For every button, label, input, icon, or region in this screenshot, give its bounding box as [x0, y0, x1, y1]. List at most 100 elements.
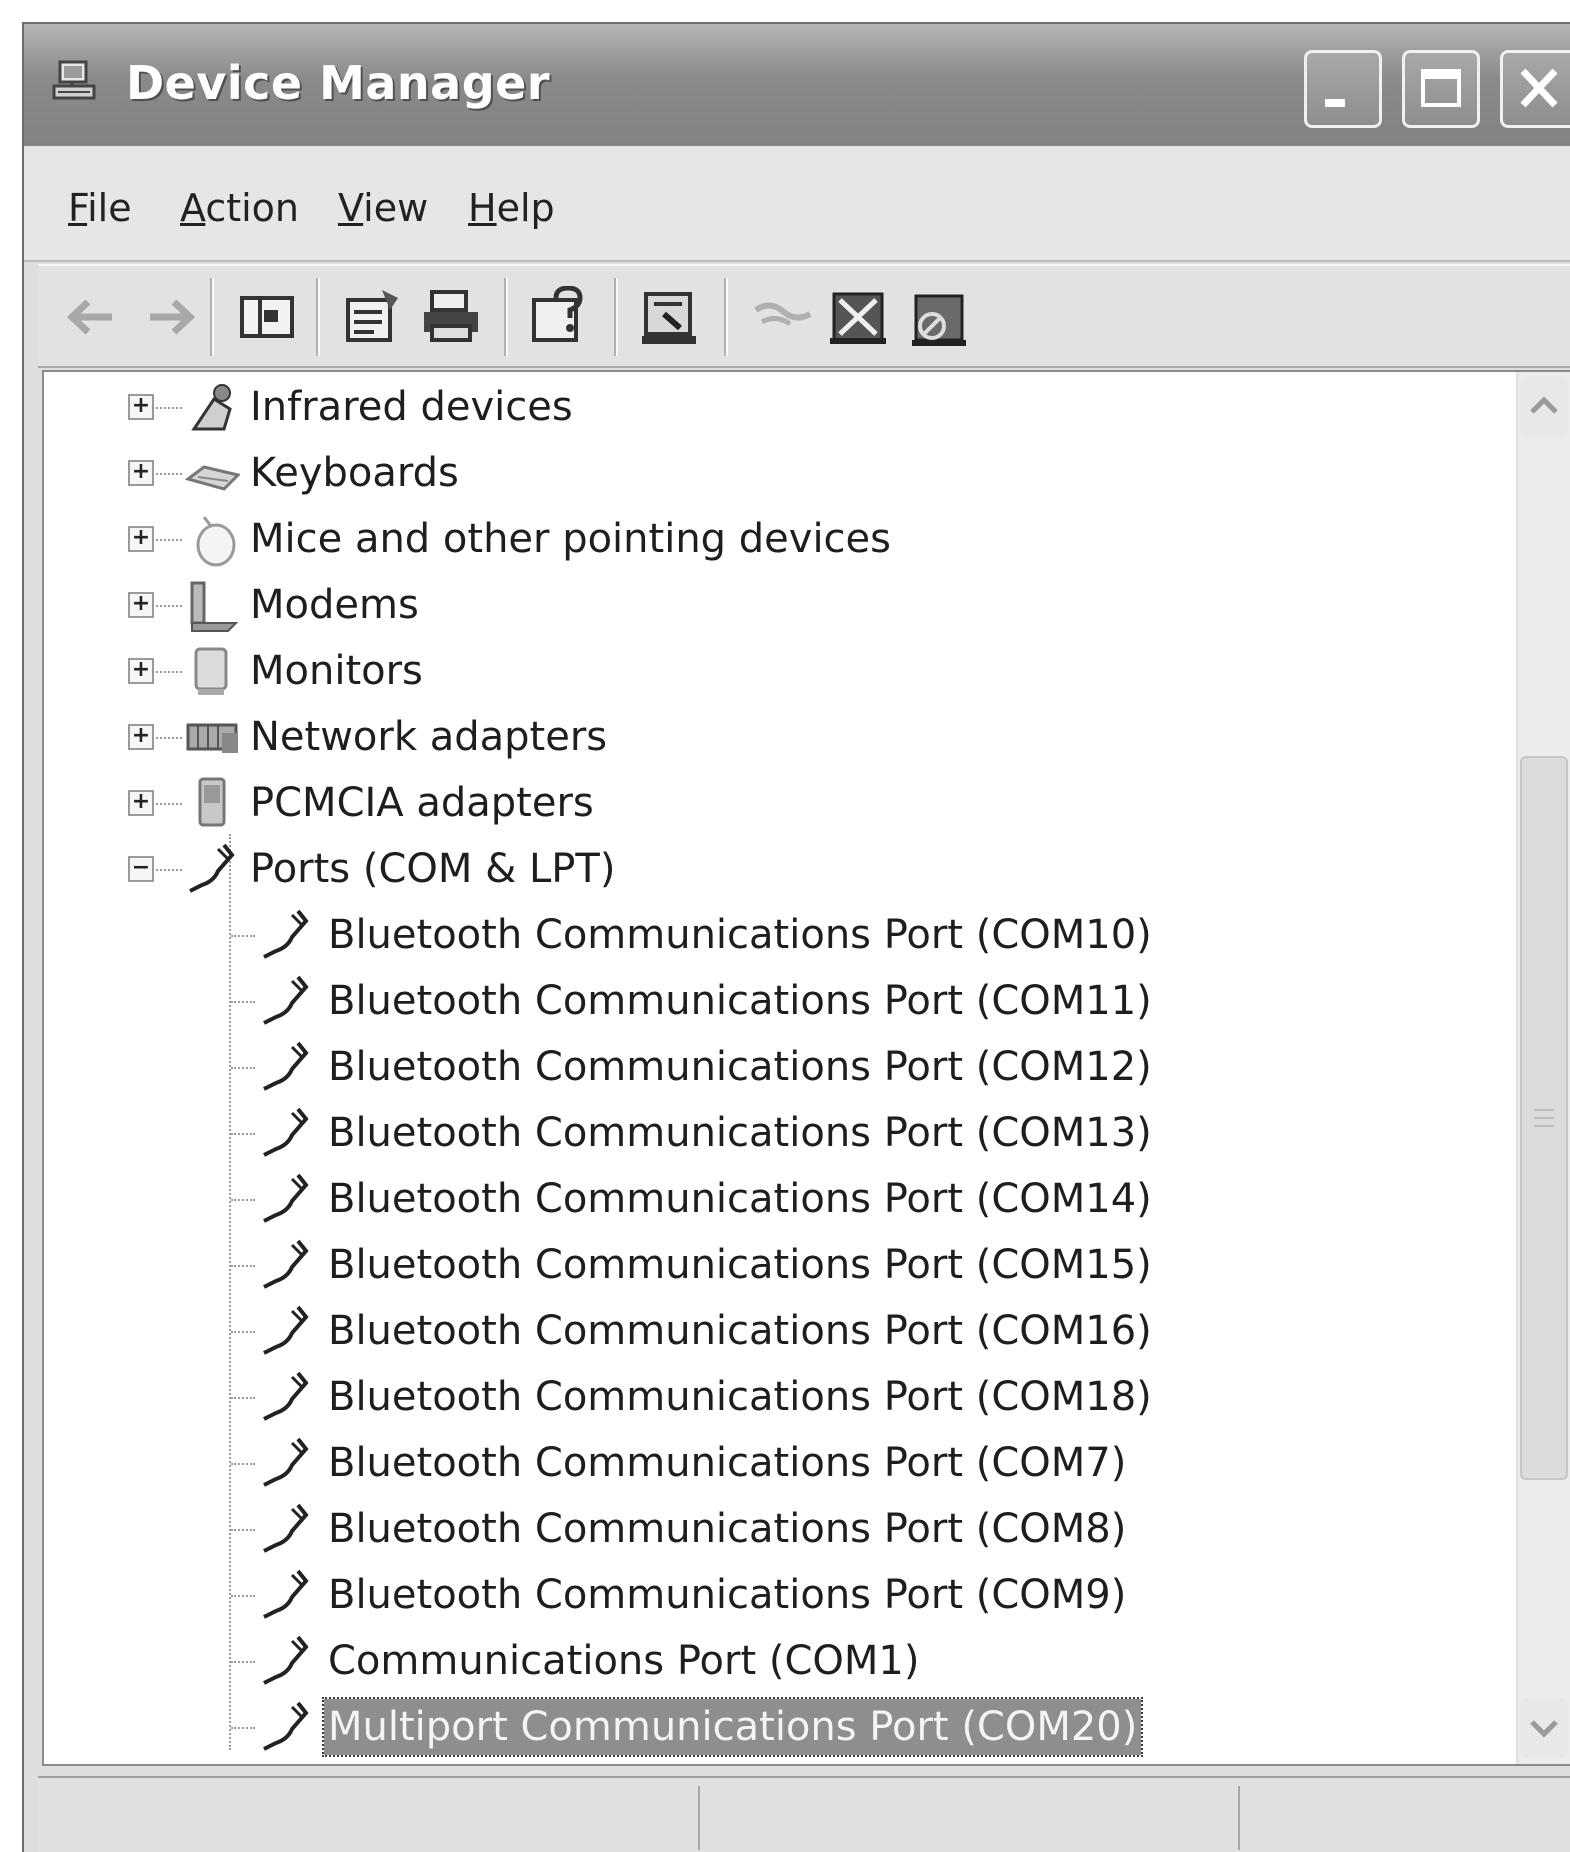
port-icon: [263, 1503, 309, 1553]
tree-category-pcmcia-adapters[interactable]: + PCMCIA adapters: [44, 770, 1514, 836]
tree-category-monitors[interactable]: + Monitors: [44, 638, 1514, 704]
show-hide-console-tree-icon[interactable]: [234, 286, 300, 348]
tree-category-network-adapters[interactable]: + Network adapters: [44, 704, 1514, 770]
port-icon: [189, 843, 235, 893]
expand-toggle[interactable]: +: [128, 592, 154, 618]
tree-connector: [231, 1067, 255, 1069]
tree-port-item[interactable]: Bluetooth Communications Port (COM14): [44, 1166, 1514, 1232]
update-driver-icon[interactable]: [638, 286, 704, 348]
tree-port-item[interactable]: Bluetooth Communications Port (COM8): [44, 1496, 1514, 1562]
scroll-up-button[interactable]: [1520, 376, 1568, 436]
close-icon: [1520, 68, 1558, 108]
expand-toggle[interactable]: +: [128, 658, 154, 684]
tree-connector: [231, 1331, 255, 1333]
title-bar[interactable]: Device Manager: [24, 24, 1570, 146]
tree-connector: [231, 1265, 255, 1267]
back-icon[interactable]: [60, 286, 126, 348]
tree-port-item[interactable]: Bluetooth Communications Port (COM7): [44, 1430, 1514, 1496]
port-label: Bluetooth Communications Port (COM15): [328, 1242, 1152, 1288]
tree-port-item[interactable]: Bluetooth Communications Port (COM13): [44, 1100, 1514, 1166]
tree-connector: [231, 1001, 255, 1003]
expand-toggle[interactable]: +: [128, 724, 154, 750]
tree-connector: [231, 935, 255, 937]
port-icon: [263, 1173, 309, 1223]
infrared-icon: [191, 384, 232, 431]
menu-help[interactable]: Help: [468, 186, 555, 230]
tree-connector: [156, 803, 182, 805]
tree-port-item[interactable]: Bluetooth Communications Port (COM9): [44, 1562, 1514, 1628]
chevron-up-icon: [1530, 396, 1558, 414]
expand-toggle[interactable]: +: [128, 526, 154, 552]
port-icon: [263, 1371, 309, 1421]
toolbar-separator: [316, 278, 320, 356]
tree-connector: [231, 1529, 255, 1531]
scroll-down-button[interactable]: [1520, 1698, 1568, 1758]
toolbar-separator: [210, 278, 214, 356]
vertical-scrollbar[interactable]: [1516, 372, 1570, 1764]
scan-hardware-icon[interactable]: [750, 286, 816, 348]
expand-toggle[interactable]: +: [128, 394, 154, 420]
tree-port-item[interactable]: Bluetooth Communications Port (COM18): [44, 1364, 1514, 1430]
tree-connector: [156, 473, 182, 475]
device-manager-window: Device Manager File Action View Help + I…: [22, 22, 1570, 1852]
port-label: Bluetooth Communications Port (COM8): [328, 1506, 1127, 1552]
device-tree-pane: + Infrared devices + Keyboards + Mice an…: [42, 370, 1570, 1766]
close-button[interactable]: [1500, 50, 1570, 128]
menu-view[interactable]: View: [338, 186, 428, 230]
tree-connector: [156, 539, 182, 541]
port-label: Bluetooth Communications Port (COM16): [328, 1308, 1152, 1354]
menu-action[interactable]: Action: [180, 186, 299, 230]
tree-connector: [156, 737, 182, 739]
tree-port-item[interactable]: Bluetooth Communications Port (COM11): [44, 968, 1514, 1034]
tree-category-keyboards[interactable]: + Keyboards: [44, 440, 1514, 506]
tree-category-label: Network adapters: [250, 714, 608, 760]
tree-category-ports[interactable]: − Ports (COM & LPT): [44, 836, 1514, 902]
toolbar-separator: [724, 278, 728, 356]
port-label: Bluetooth Communications Port (COM12): [328, 1044, 1152, 1090]
properties-icon[interactable]: [340, 286, 406, 348]
toolbar-separator: [504, 278, 508, 356]
port-icon: [263, 1041, 309, 1091]
tree-connector: [231, 1661, 255, 1663]
tree-category-mice[interactable]: + Mice and other pointing devices: [44, 506, 1514, 572]
help-icon[interactable]: [528, 286, 594, 348]
menu-file[interactable]: File: [68, 186, 132, 230]
uninstall-icon[interactable]: [826, 286, 892, 348]
tree-connector: [156, 869, 182, 871]
port-icon: [263, 1239, 309, 1289]
tree-category-modems[interactable]: + Modems: [44, 572, 1514, 638]
print-icon[interactable]: [418, 286, 484, 348]
minimize-button[interactable]: [1304, 50, 1382, 128]
scroll-thumb[interactable]: [1520, 756, 1568, 1480]
tree-port-item[interactable]: Multiport Communications Port (COM20): [44, 1694, 1514, 1760]
tree-connector: [231, 1199, 255, 1201]
collapse-toggle[interactable]: −: [128, 856, 154, 882]
tree-port-item[interactable]: Bluetooth Communications Port (COM15): [44, 1232, 1514, 1298]
tree-port-item[interactable]: Communications Port (COM1): [44, 1628, 1514, 1694]
tree-port-item[interactable]: Bluetooth Communications Port (COM12): [44, 1034, 1514, 1100]
status-bar: [38, 1776, 1570, 1852]
minimize-icon: [1325, 99, 1345, 107]
forward-icon[interactable]: [138, 286, 204, 348]
menu-file-label: ile: [87, 186, 132, 230]
device-tree: + Infrared devices + Keyboards + Mice an…: [44, 372, 1514, 1764]
menu-action-mnemonic: A: [180, 186, 206, 230]
tree-port-item[interactable]: Bluetooth Communications Port (COM10): [44, 902, 1514, 968]
tree-category-infrared[interactable]: + Infrared devices: [44, 374, 1514, 440]
port-label: Bluetooth Communications Port (COM7): [328, 1440, 1127, 1486]
menu-view-mnemonic: V: [338, 186, 364, 230]
tree-connector: [231, 1727, 255, 1729]
tree-port-item[interactable]: Bluetooth Communications Port (COM16): [44, 1298, 1514, 1364]
expand-toggle[interactable]: +: [128, 460, 154, 486]
menu-help-label: elp: [496, 186, 555, 230]
toolbar-separator: [614, 278, 618, 356]
disable-icon[interactable]: [906, 286, 972, 348]
maximize-button[interactable]: [1402, 50, 1480, 128]
port-label: Bluetooth Communications Port (COM9): [328, 1572, 1127, 1618]
tree-connector: [156, 407, 182, 409]
toolbar: [38, 264, 1570, 368]
status-panel-middle: [698, 1786, 1238, 1850]
port-label: Bluetooth Communications Port (COM13): [328, 1110, 1152, 1156]
network-adapter-icon: [186, 723, 238, 753]
expand-toggle[interactable]: +: [128, 790, 154, 816]
